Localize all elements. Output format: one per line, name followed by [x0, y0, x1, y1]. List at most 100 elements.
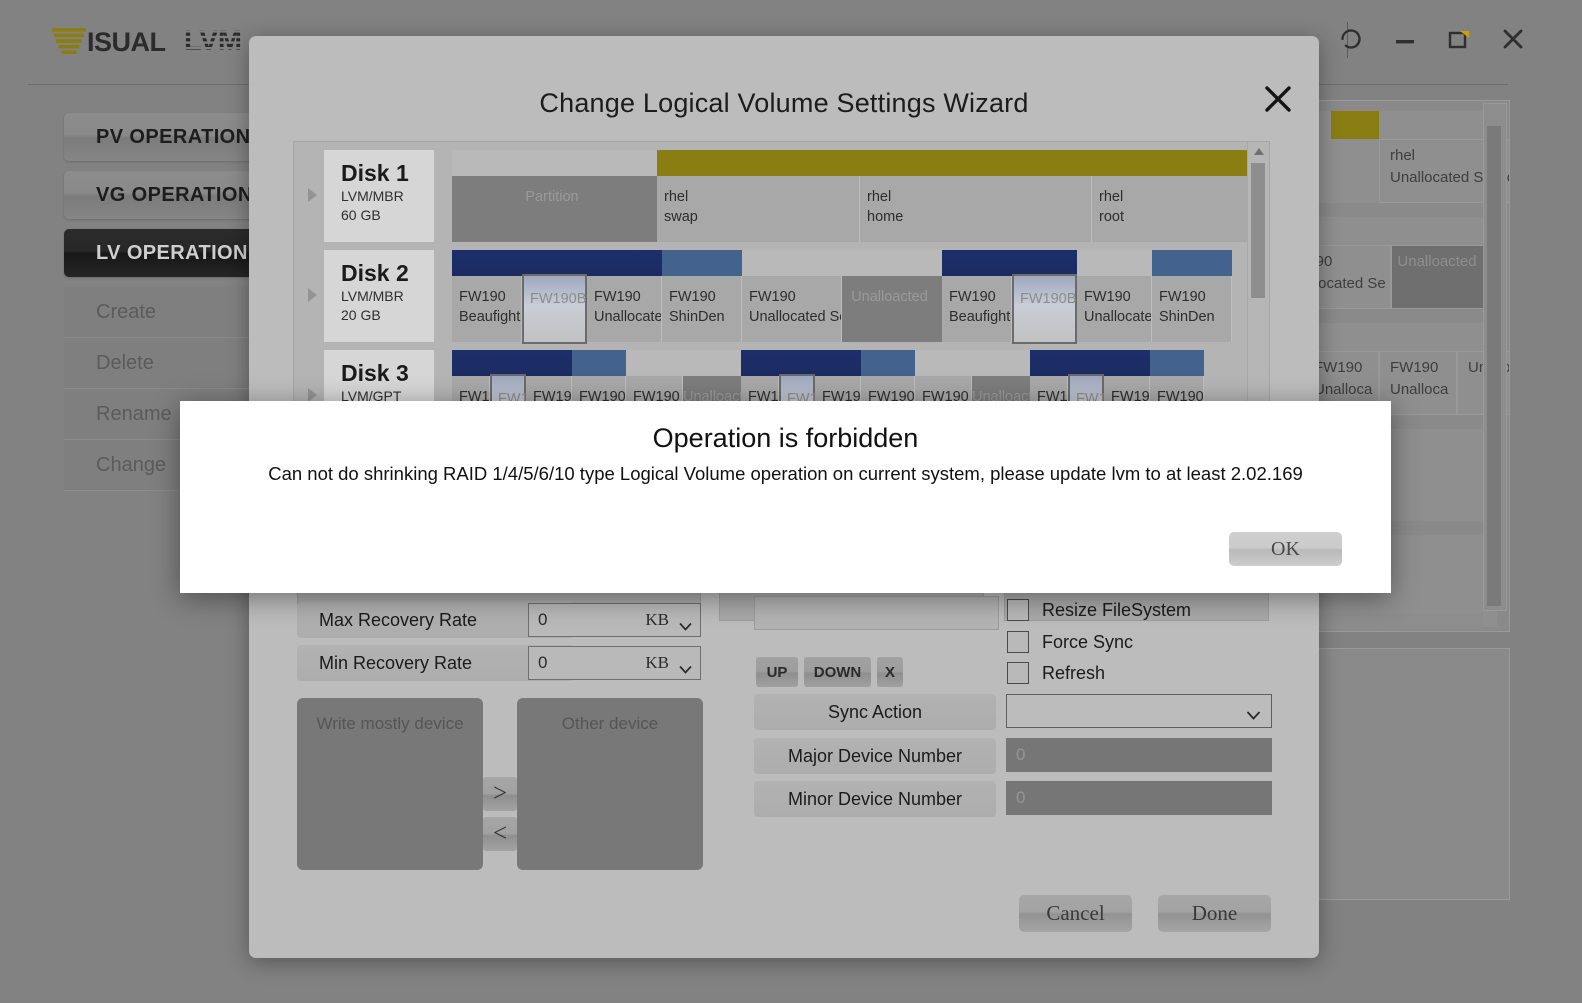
segment-cap	[452, 150, 657, 176]
segment-line1: Unalloacted	[1397, 253, 1477, 270]
scroll-up-arrow-icon[interactable]	[1254, 148, 1264, 155]
disk-type: LVM/MBR	[341, 288, 404, 304]
move-up-button[interactable]: UP	[756, 657, 798, 687]
chevron-down-icon[interactable]	[1246, 707, 1261, 720]
disk-segment[interactable]: rhel swap	[657, 176, 860, 242]
segment-line2: Beaufighter	[459, 309, 521, 325]
checkbox[interactable]	[1007, 631, 1029, 653]
sidebar-label: PV OPERATION	[96, 125, 251, 148]
chevron-down-icon[interactable]	[679, 616, 692, 631]
disk-segment[interactable]: FW190 Unallocated	[1077, 276, 1152, 342]
disk-segment[interactable]: rhel root	[1092, 176, 1247, 242]
disk-segment[interactable]: FW190 Unallocated	[587, 276, 662, 342]
segment-cap	[860, 150, 1092, 176]
segment-line1: FW190	[749, 289, 796, 305]
segment-line2: home	[867, 209, 904, 225]
segment-line2: swap	[664, 209, 698, 225]
checkbox[interactable]	[1007, 662, 1029, 684]
major-device-number-label: Major Device Number	[754, 738, 996, 774]
remove-button[interactable]: X	[877, 657, 903, 687]
disk-segment[interactable]: Unalloacted	[842, 276, 942, 342]
expand-arrow-icon[interactable]	[308, 188, 317, 202]
disk-segment[interactable]: FW190 ShinDen	[1152, 276, 1232, 342]
segment-cap	[1030, 350, 1068, 376]
background-cap	[1331, 111, 1379, 139]
sidebar-sub-label: Create	[96, 300, 157, 323]
segment-cap	[972, 350, 1030, 376]
segment-cap	[1068, 350, 1104, 376]
sync-action-select[interactable]	[1006, 694, 1272, 728]
refresh-icon[interactable]	[1338, 26, 1364, 52]
scroll-thumb[interactable]	[1251, 163, 1265, 298]
close-icon[interactable]	[1500, 26, 1526, 52]
disk-segment[interactable]: Partition	[452, 176, 657, 242]
svg-text:LVM: LVM	[184, 25, 242, 55]
segment-line2: ShinDen	[669, 309, 725, 325]
sidebar-label: LV OPERATION	[96, 241, 248, 264]
disk-name: Disk 2	[341, 260, 409, 286]
segment-line1: Partition	[525, 189, 579, 205]
disk-segment[interactable]: rhel home	[860, 176, 1092, 242]
disk-segment[interactable]: FW190 Beaufighter	[452, 276, 522, 342]
down-label: DOWN	[813, 663, 862, 681]
disk-info[interactable]: Disk 1 LVM/MBR 60 GB	[324, 150, 434, 242]
move-down-button[interactable]: DOWN	[804, 657, 871, 687]
force-sync-checkbox-row[interactable]: Force Sync	[1007, 631, 1133, 653]
disk-row: Disk 2 LVM/MBR 20 GB FW190 Beaufighter FW190 B…	[306, 250, 1241, 344]
segment-cap	[526, 350, 572, 376]
background-segment-unallocated[interactable]: Unalloacted	[1391, 245, 1491, 309]
segment-line1: FW190	[459, 289, 506, 305]
minor-device-number-input[interactable]: 0	[1006, 781, 1272, 815]
other-device-list[interactable]: Other device	[517, 698, 703, 870]
segment-cap	[522, 250, 587, 276]
disk-segment[interactable]: FW190 Unallocated Sec	[742, 276, 842, 342]
move-right-button[interactable]: >	[483, 777, 517, 811]
write-mostly-device-list[interactable]: Write mostly device	[297, 698, 483, 870]
disk-info[interactable]: Disk 2 LVM/MBR 20 GB	[324, 250, 434, 342]
segment-cap	[842, 250, 942, 276]
refresh-checkbox-row[interactable]: Refresh	[1007, 662, 1105, 684]
selected-segment-highlight[interactable]: FW190Beaufighter	[522, 274, 651, 344]
disk-type: LVM/MBR	[341, 188, 404, 204]
segment-cap	[915, 350, 972, 376]
segment-line2: Unallocated Sec	[749, 309, 841, 325]
segment-cap	[662, 250, 742, 276]
disk-segment[interactable]: FW190 Beaufighter	[942, 276, 1012, 342]
sidebar-sub-label: Change	[96, 453, 167, 476]
minor-device-number-value: 0	[1016, 788, 1026, 807]
done-label: Done	[1191, 900, 1238, 925]
forbidden-alert-dialog: Operation is forbidden Can not do shrink…	[180, 401, 1391, 593]
minimize-icon[interactable]	[1392, 26, 1418, 52]
segment-cap	[861, 350, 915, 376]
move-right-label: >	[492, 780, 508, 807]
disk-size: 20 GB	[341, 307, 381, 323]
maximize-icon[interactable]	[1446, 26, 1472, 52]
expand-arrow-icon[interactable]	[308, 288, 317, 302]
close-icon[interactable]	[1261, 82, 1295, 116]
expand-arrow-icon[interactable]	[308, 388, 317, 402]
major-device-number-input[interactable]: 0	[1006, 738, 1272, 772]
background-vertical-scrollbar[interactable]	[1483, 103, 1507, 611]
move-left-button[interactable]: <	[483, 817, 517, 851]
logo-v-icon	[52, 27, 86, 57]
min-recovery-rate-input[interactable]: 0 KB	[528, 646, 701, 680]
resize-filesystem-checkbox-row[interactable]: Resize FileSystem	[1007, 599, 1191, 621]
refresh-label: Refresh	[1042, 662, 1106, 683]
segment-cap	[452, 350, 490, 376]
segment-line1: FW190	[1314, 359, 1363, 376]
disk-segment[interactable]: FW190 ShinDen	[662, 276, 742, 342]
checkbox[interactable]	[1007, 599, 1029, 621]
cancel-button[interactable]: Cancel	[1019, 894, 1132, 932]
done-button[interactable]: Done	[1158, 894, 1271, 932]
disk-list-vertical-scrollbar[interactable]	[1247, 142, 1269, 418]
disk-row: Disk 1 LVM/MBR 60 GB Partition rhel swap rhel h…	[306, 150, 1247, 242]
alert-message: Can not do shrinking RAID 1/4/5/6/10 typ…	[268, 463, 1303, 484]
alert-ok-button[interactable]: OK	[1229, 532, 1342, 566]
segment-line1: FW190	[1159, 289, 1206, 305]
selected-segment-highlight[interactable]: FW190Beaufighter	[1012, 274, 1141, 344]
segment-cap	[1092, 150, 1247, 176]
chevron-down-icon[interactable]	[679, 659, 692, 674]
segment-line2: Beaufighter	[949, 309, 1011, 325]
device-order-panel[interactable]	[754, 596, 999, 630]
max-recovery-rate-input[interactable]: 0 KB	[528, 603, 701, 637]
